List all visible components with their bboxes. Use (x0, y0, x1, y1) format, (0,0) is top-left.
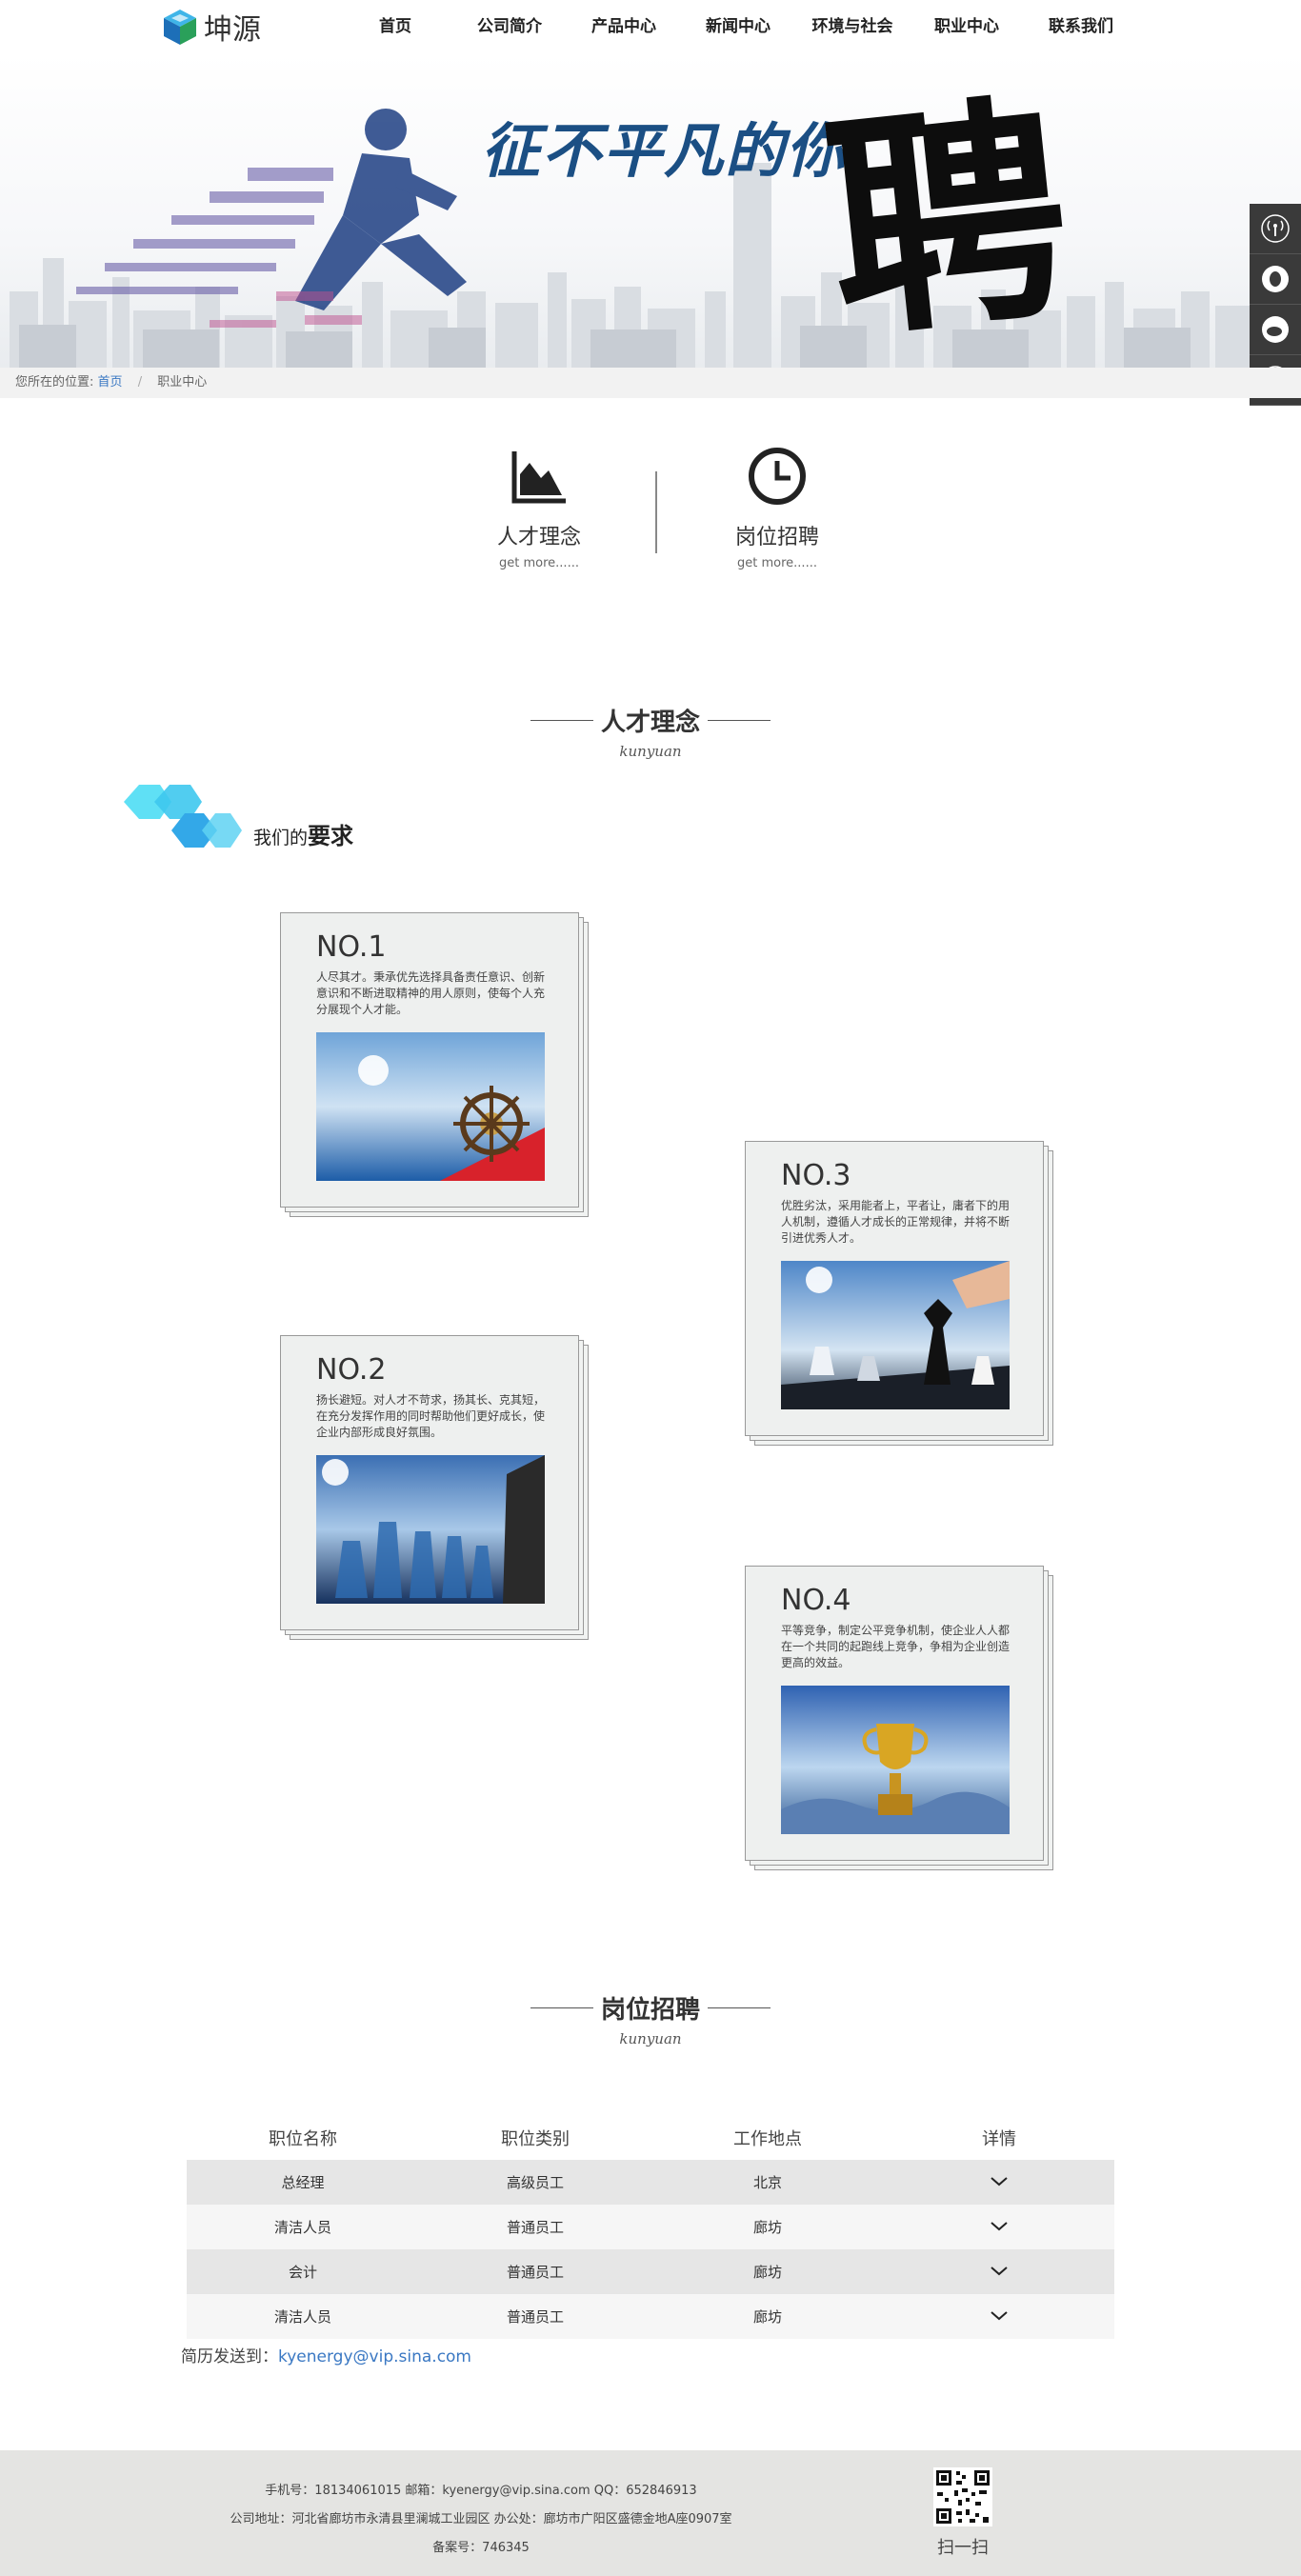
breadcrumb-home-link[interactable]: 首页 (98, 375, 123, 389)
chess-hand-image (781, 1261, 1010, 1409)
recruitment-banner: 征不平凡的你 聘 (0, 53, 1301, 368)
nav-products[interactable]: 产品中心 (567, 0, 681, 53)
tab-divider (655, 471, 657, 553)
gold-trophy-image (781, 1686, 1010, 1834)
tab-talent-title: 人才理念 (496, 526, 581, 549)
requirement-card-3: NO.3 优胜劣汰，采用能者上，平者让，庸者下的用人机制，遵循人才成长的正常规律… (745, 1141, 1053, 1446)
card-number: NO.1 (316, 930, 387, 964)
side-qq-button[interactable] (1250, 254, 1301, 305)
side-signal-button[interactable] (1250, 204, 1301, 254)
resume-email-link[interactable]: kyenergy@vip.sina.com (278, 2347, 471, 2366)
requirement-card-2: NO.2 扬长避短。对人才不苛求，扬其长、克其短，在充分发挥作用的同时帮助他们更… (280, 1335, 589, 1640)
table-row[interactable]: 总经理 高级员工 北京 (187, 2160, 1114, 2205)
resume-label: 简历发送到： (181, 2347, 278, 2366)
signal-icon (1261, 214, 1290, 243)
card-description: 优胜劣汰，采用能者上，平者让，庸者下的用人机制，遵循人才成长的正常规律，并将不断… (781, 1199, 1011, 1245)
tab-job-title: 岗位招聘 (734, 526, 819, 549)
breadcrumb-current: 职业中心 (157, 375, 208, 389)
cell-category: 普通员工 (506, 2219, 564, 2236)
talent-section-subtitle: kunyuan (619, 743, 682, 760)
chevron-down-icon[interactable] (990, 2266, 1009, 2277)
side-weibo-button[interactable] (1250, 305, 1301, 355)
requirements-bold: 要求 (308, 823, 354, 849)
requirements-heading: 我们的要求 (253, 817, 353, 850)
site-header: 坤源 首页 公司简介 产品中心 新闻中心 环境与社会 职业中心 联系我们 (0, 0, 1301, 53)
resume-note: 简历发送到：kyenergy@vip.sina.com (181, 2343, 471, 2366)
requirement-card-1: NO.1 人尽其才。秉承优先选择具备责任意识、创新意识和不断进取精神的用人原则，… (280, 912, 589, 1217)
cell-position: 清洁人员 (273, 2219, 331, 2236)
tab-talent-concept[interactable]: 人才理念 get more...... (472, 446, 606, 570)
card-description: 人尽其才。秉承优先选择具备责任意识、创新意识和不断进取精神的用人原则，使每个人充… (316, 970, 546, 1016)
logo[interactable]: 坤源 (160, 6, 261, 48)
nav-environment[interactable]: 环境与社会 (795, 0, 910, 53)
jobs-section-title: 岗位招聘 (0, 1990, 1301, 2026)
glass-chess-image (316, 1455, 545, 1604)
job-table-header: 职位名称 职位类别 工作地点 详情 (187, 2116, 1114, 2160)
cell-position: 清洁人员 (273, 2308, 331, 2326)
jobs-title-text: 岗位招聘 (600, 1996, 700, 2025)
nav-contact[interactable]: 联系我们 (1024, 0, 1138, 53)
header-position: 职位名称 (269, 2129, 337, 2149)
footer-record-line: 备案号：746345 (432, 2541, 530, 2555)
cell-position: 总经理 (281, 2174, 325, 2191)
table-row[interactable]: 清洁人员 普通员工 廊坊 (187, 2294, 1114, 2339)
card-description: 平等竞争，制定公平竞争机制，使企业人人都在一个共同的起跑线上竞争，争相为企业创造… (781, 1624, 1011, 1669)
ship-wheel-image (316, 1032, 545, 1181)
breadcrumb-label: 您所在的位置: (15, 375, 94, 389)
tab-job-recruitment[interactable]: 岗位招聘 get more...... (711, 446, 844, 570)
header-category: 职位类别 (501, 2129, 570, 2149)
weibo-icon (1262, 316, 1289, 343)
card-number: NO.2 (316, 1353, 387, 1387)
cell-location: 廊坊 (752, 2219, 782, 2236)
requirements-prefix: 我们的 (253, 828, 309, 849)
pixel-runner-image (76, 109, 467, 328)
clock-icon (749, 448, 806, 505)
footer-contact-line: 手机号：18134061015 邮箱：kyenergy@vip.sina.com… (265, 2484, 697, 2498)
chevron-down-icon[interactable] (990, 2176, 1009, 2187)
nav-news[interactable]: 新闻中心 (681, 0, 795, 53)
area-chart-icon (511, 451, 566, 504)
cell-location: 廊坊 (752, 2264, 782, 2281)
header-location: 工作地点 (733, 2129, 802, 2149)
footer-info: 手机号：18134061015 邮箱：kyenergy@vip.sina.com… (0, 2477, 962, 2563)
cell-location: 廊坊 (752, 2308, 782, 2326)
breadcrumb: 您所在的位置: 首页 / 职业中心 (0, 368, 1301, 398)
cell-location: 北京 (752, 2174, 782, 2191)
qq-icon (1262, 266, 1289, 292)
card-description: 扬长避短。对人才不苛求，扬其长、克其短，在充分发挥作用的同时帮助他们更好成长，使… (316, 1393, 546, 1439)
chevron-down-icon[interactable] (990, 2221, 1009, 2232)
logo-text: 坤源 (204, 13, 261, 47)
logo-cube-icon (164, 10, 196, 45)
tab-talent-more: get more...... (499, 556, 579, 570)
cell-position: 会计 (288, 2264, 317, 2281)
cell-category: 普通员工 (506, 2264, 564, 2281)
job-table: 职位名称 职位类别 工作地点 详情 总经理 高级员工 北京 清洁人员 普通员工 … (187, 2116, 1114, 2339)
nav-home[interactable]: 首页 (338, 0, 452, 53)
qr-code-image (933, 2467, 992, 2526)
cell-category: 高级员工 (506, 2174, 564, 2191)
nav-about[interactable]: 公司简介 (452, 0, 567, 53)
card-number: NO.4 (781, 1584, 851, 1617)
banner-slogan: 征不平凡的你 (481, 116, 848, 186)
talent-title-text: 人才理念 (600, 709, 700, 737)
banner-big-character: 聘 (814, 68, 1081, 368)
header-details: 详情 (982, 2129, 1016, 2149)
card-number: NO.3 (781, 1159, 851, 1192)
qr-label: 扫一扫 (937, 2538, 989, 2558)
table-row[interactable]: 清洁人员 普通员工 廊坊 (187, 2205, 1114, 2249)
main-nav: 首页 公司简介 产品中心 新闻中心 环境与社会 职业中心 联系我们 (338, 0, 1138, 53)
footer-address-line: 公司地址：河北省廊坊市永清县里澜城工业园区 办公处：廊坊市广阳区盛德金地A座09… (230, 2512, 732, 2526)
table-row[interactable]: 会计 普通员工 廊坊 (187, 2249, 1114, 2294)
site-footer: 手机号：18134061015 邮箱：kyenergy@vip.sina.com… (0, 2450, 1301, 2576)
requirement-card-4: NO.4 平等竞争，制定公平竞争机制，使企业人人都在一个共同的起跑线上竞争，争相… (745, 1566, 1053, 1870)
chevron-down-icon[interactable] (990, 2310, 1009, 2322)
breadcrumb-separator: / (137, 375, 143, 389)
nav-careers[interactable]: 职业中心 (910, 0, 1024, 53)
hexagon-cluster-icon (124, 785, 242, 848)
tab-job-more: get more...... (737, 556, 817, 570)
talent-section-title: 人才理念 (0, 703, 1301, 738)
cell-category: 普通员工 (506, 2308, 564, 2326)
jobs-section-subtitle: kunyuan (619, 2030, 682, 2047)
